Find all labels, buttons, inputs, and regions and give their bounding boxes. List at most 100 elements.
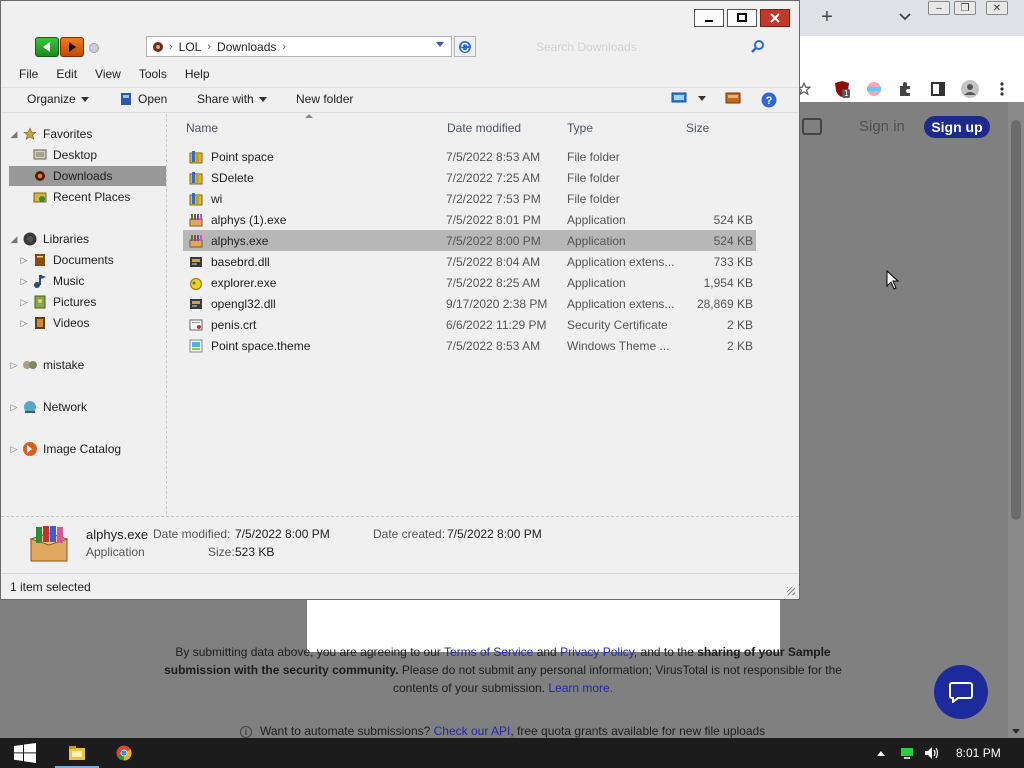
sign-in-link[interactable]: Sign in [859,118,905,135]
forward-button[interactable] [60,37,84,57]
file-row[interactable]: Point space.theme 7/5/2022 8:53 AM Windows… [183,335,756,356]
taskbar-clock[interactable]: 8:01 PM [956,746,1001,760]
preview-pane-button[interactable] [725,92,741,104]
privacy-link[interactable]: Privacy Policy [560,645,634,659]
expand-icon[interactable]: ▷ [19,255,29,266]
nav-mistake[interactable]: ▷ mistake [9,355,85,375]
menu-view[interactable]: View [84,67,128,81]
terms-link[interactable]: Terms of Service [444,645,533,659]
new-folder-button[interactable]: New folder [296,92,353,106]
column-header-date-modified[interactable]: Date modified [447,121,521,135]
close-button[interactable] [760,9,790,27]
maximize-button[interactable] [727,9,757,27]
file-name: penis.crt [211,317,257,332]
minimize-button[interactable] [694,9,724,27]
browser-close-button[interactable]: ✕ [986,1,1008,15]
nav-libraries[interactable]: ◢ Libraries [9,229,90,249]
breadcrumb-lol[interactable]: LOL [173,40,208,54]
recent-locations-button[interactable] [89,43,99,53]
change-view-button[interactable] [671,92,706,104]
expand-icon[interactable]: ▷ [19,297,29,308]
menu-edit[interactable]: Edit [45,67,84,81]
breadcrumb-downloads[interactable]: Downloads [211,40,282,54]
details-file-name: alphys.exe [86,527,149,542]
address-bar[interactable]: › LOL › Downloads › [146,36,452,57]
file-row[interactable]: SDelete 7/2/2022 7:25 AM File folder [183,167,756,188]
taskbar-chrome-app[interactable] [100,738,148,768]
new-tab-button[interactable]: + [816,6,838,28]
windows-start-icon[interactable] [14,743,36,763]
search-input[interactable]: Search Downloads [479,36,779,57]
taskbar-explorer-app[interactable] [53,738,101,768]
collapse-icon[interactable]: ◢ [9,234,19,245]
folder-icon [188,170,204,186]
menu-tools[interactable]: Tools [128,67,174,81]
nav-network[interactable]: ▷ Network [9,397,87,417]
network-icon [22,399,38,415]
browser-minimize-button[interactable]: – [928,1,950,15]
puzzle-extensions-icon[interactable] [896,79,916,99]
help-button[interactable]: ? [761,92,777,108]
side-panel-icon[interactable] [928,79,948,99]
address-dropdown-icon[interactable] [436,42,444,47]
tray-overflow-icon[interactable] [874,746,888,760]
expand-icon[interactable]: ▷ [19,318,29,329]
api-link[interactable]: Check our API [434,724,511,738]
file-size: 1,954 KB [703,275,753,290]
chrome-menu-icon[interactable] [992,79,1012,99]
learn-more-link[interactable]: Learn more. [548,681,613,695]
search-icon[interactable] [751,39,765,53]
sign-up-button[interactable]: Sign up [924,116,990,138]
nav-music[interactable]: ▷ Music [19,271,84,291]
expand-icon[interactable]: ▷ [19,276,29,287]
tab-search-icon[interactable] [896,8,914,26]
column-header-type[interactable]: Type [567,121,593,135]
network-status-icon[interactable] [900,746,914,760]
file-row[interactable]: opengl32.dll 9/17/2020 2:38 PM Application… [183,293,756,314]
share-with-button[interactable]: Share with [197,92,267,106]
browser-restore-button[interactable]: ❐ [954,1,976,15]
open-button[interactable]: Open [119,92,167,106]
nav-videos[interactable]: ▷ Videos [19,313,90,333]
file-row[interactable]: wi 7/2/2022 7:53 PM File folder [183,188,756,209]
breadcrumb-separator-icon[interactable]: › [282,41,286,53]
expand-icon[interactable]: ▷ [9,402,19,413]
command-bar: Organize Open Share with New folder ? [1,87,799,113]
column-header-name[interactable]: Name [186,121,218,135]
file-size: 2 KB [726,338,753,353]
profile-avatar-icon[interactable] [960,79,980,99]
nav-pictures[interactable]: ▷ Pictures [19,292,97,312]
file-type: File folder [567,170,620,185]
volume-icon[interactable] [924,746,938,760]
file-size: 524 KB [713,233,753,248]
refresh-button[interactable] [454,36,476,57]
chat-support-button[interactable] [934,665,988,719]
file-row[interactable]: penis.crt 6/6/2022 11:29 PM Security Certi… [183,314,756,335]
menu-file[interactable]: File [1,67,45,81]
file-row[interactable]: explorer.exe 7/5/2022 8:25 AM Application 1… [183,272,756,293]
nav-image-catalog[interactable]: ▷ Image Catalog [9,439,121,459]
expand-icon[interactable]: ▷ [9,360,19,371]
resize-grip-icon[interactable] [787,587,795,595]
colorful-extension-icon[interactable] [864,79,884,99]
nav-documents[interactable]: ▷ Documents [19,250,114,270]
collapse-icon[interactable]: ◢ [9,129,19,140]
chat-icon[interactable] [802,118,822,135]
expand-icon[interactable]: ▷ [9,444,19,455]
back-button[interactable] [35,37,59,57]
file-row[interactable]: alphys (1).exe 7/5/2022 8:01 PM Applicatio… [183,209,756,230]
ublock-extension-icon[interactable]: 1 [832,79,852,99]
organize-button[interactable]: Organize [27,92,89,106]
file-row[interactable]: basebrd.dll 7/5/2022 8:04 AM Application e… [183,251,756,272]
column-header-size[interactable]: Size [686,121,709,135]
automate-text: , free quota grants available for new fi… [510,724,766,738]
nav-downloads[interactable]: Downloads [9,166,166,186]
file-row[interactable]: alphys.exe 7/5/2022 8:00 PM Application 524… [183,230,756,251]
file-row[interactable]: Point space 7/5/2022 8:53 AM File folder [183,146,756,167]
nav-favorites[interactable]: ◢ Favorites [9,124,93,144]
folder-icon [188,149,204,165]
page-scrollbar[interactable] [1008,102,1024,738]
nav-desktop[interactable]: Desktop [29,145,97,165]
menu-help[interactable]: Help [174,67,217,81]
nav-recent-places[interactable]: Recent Places [29,187,130,207]
